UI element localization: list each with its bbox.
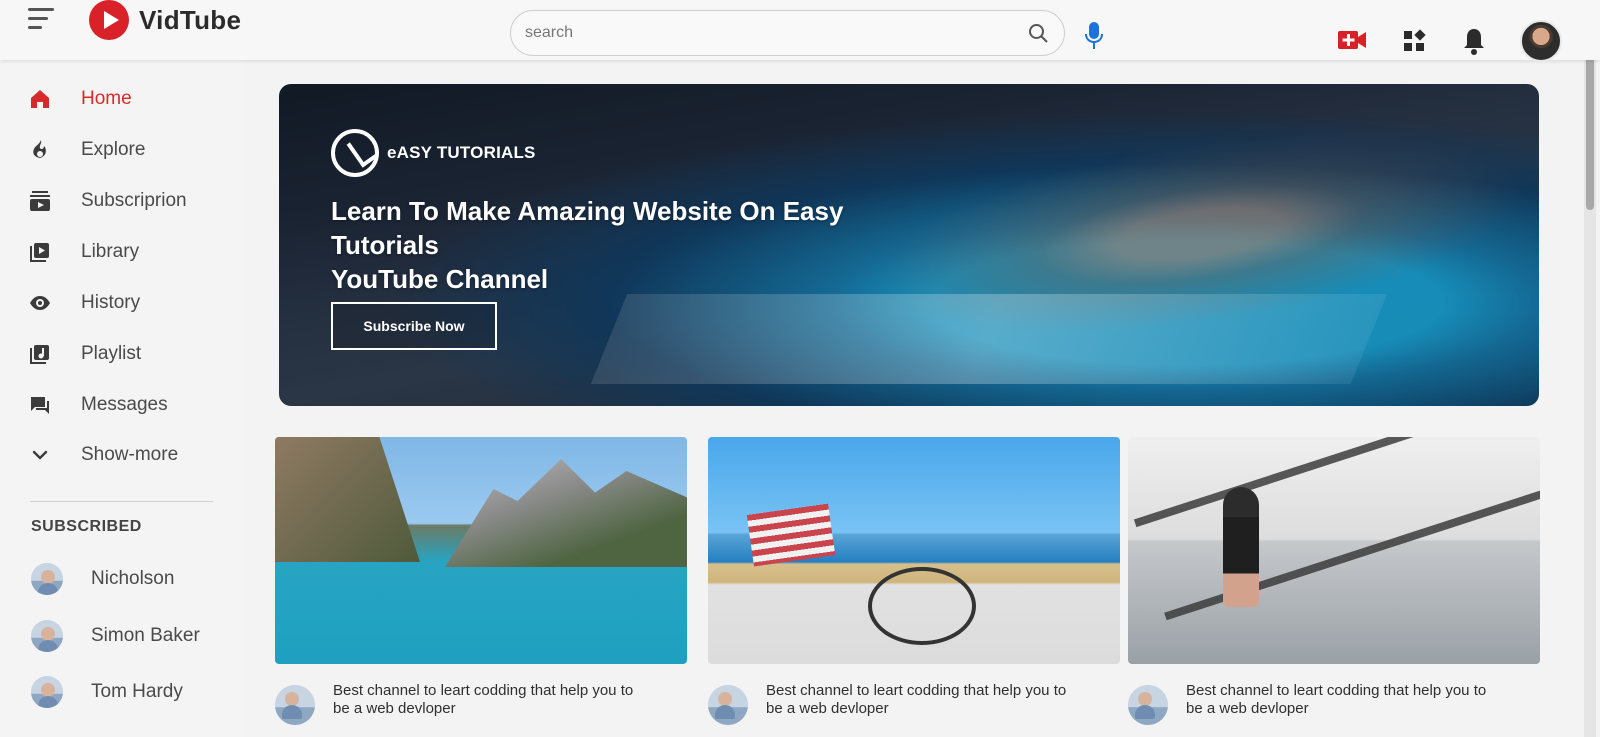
hero-banner: eASY TUTORIALS Learn To Make Amazing Web… (279, 84, 1539, 406)
sidebar-item-explore[interactable]: Explore (28, 133, 228, 167)
sidebar-item-label: Subscriprion (81, 190, 187, 211)
video-thumbnail[interactable] (1128, 437, 1540, 664)
video-card[interactable]: Best channel to leart codding that help … (1128, 437, 1540, 732)
video-thumbnail[interactable] (708, 437, 1120, 664)
search-input[interactable] (525, 24, 1026, 42)
sidebar-item-label: Messages (81, 394, 168, 415)
video-title-line: Best channel to leart codding that help … (333, 682, 634, 699)
sidebar-item-playlist[interactable]: Playlist (28, 337, 228, 371)
banner-title-line: Learn To Make Amazing Website On Easy Tu… (331, 196, 844, 260)
subscribed-channel-name: Nicholson (91, 568, 175, 589)
video-meta: Best channel to leart codding that help … (708, 682, 1120, 732)
subscribed-channel-name: Simon Baker (91, 625, 200, 646)
video-title-line: be a web devloper (766, 700, 889, 717)
banner-title: Learn To Make Amazing Website On Easy Tu… (331, 194, 951, 296)
brand-name: VidTube (139, 4, 242, 35)
search-icon[interactable] (1026, 21, 1050, 45)
avatar (31, 563, 63, 595)
video-card[interactable]: Best channel to leart codding that help … (275, 437, 687, 732)
sidebar-item-messages[interactable]: Messages (28, 388, 228, 422)
video-title-line: Best channel to leart codding that help … (766, 682, 1067, 699)
sidebar-item-label: History (81, 292, 141, 313)
video-title-line: be a web devloper (333, 700, 456, 717)
menu-icon[interactable] (28, 8, 56, 30)
video-meta: Best channel to leart codding that help … (1128, 682, 1540, 732)
messages-icon (31, 397, 49, 414)
sidebar-item-label: Playlist (81, 343, 142, 364)
history-icon (30, 296, 50, 310)
banner-title-line: YouTube Channel (331, 264, 549, 294)
video-thumbnail[interactable] (275, 437, 687, 664)
subscribed-channel-nicholson[interactable]: Nicholson (31, 562, 231, 596)
sidebar-item-label: Library (81, 241, 140, 262)
avatar (31, 620, 63, 652)
video-title-line: be a web devloper (1186, 700, 1309, 717)
channel-avatar[interactable] (1128, 685, 1168, 725)
sidebar: Home Explore Subscriprion Library Histor… (0, 60, 245, 737)
vidtube-logo[interactable]: VidTube (89, 0, 241, 40)
sidebar-item-show-more[interactable]: Show-more (28, 438, 228, 472)
upload-video-icon[interactable] (1338, 29, 1368, 51)
top-navigation: VidTube (0, 0, 1600, 62)
channel-avatar[interactable] (708, 685, 748, 725)
bell-icon[interactable] (1462, 26, 1486, 56)
home-icon (31, 90, 49, 108)
video-title[interactable]: Best channel to leart codding that help … (766, 682, 1126, 718)
sidebar-divider (30, 501, 213, 502)
video-card[interactable]: Best channel to leart codding that help … (708, 437, 1120, 732)
subscribed-channel-name: Tom Hardy (91, 681, 183, 702)
sidebar-item-library[interactable]: Library (28, 235, 228, 269)
sidebar-item-history[interactable]: History (28, 286, 228, 320)
subscribed-channel-tom-hardy[interactable]: Tom Hardy (31, 675, 231, 709)
play-logo-icon (89, 0, 129, 40)
sidebar-item-label: Explore (81, 139, 146, 160)
explore-icon (33, 140, 46, 158)
search-box[interactable] (510, 10, 1065, 56)
subscriptions-icon (30, 191, 50, 211)
playlist-icon (30, 345, 49, 364)
video-meta: Best channel to leart codding that help … (275, 682, 687, 732)
sidebar-item-label: Home (81, 88, 132, 109)
user-avatar[interactable] (1520, 20, 1562, 62)
avatar (31, 676, 63, 708)
main-content: eASY TUTORIALS Learn To Make Amazing Web… (245, 60, 1570, 737)
subscribe-now-button[interactable]: Subscribe Now (331, 302, 497, 350)
sidebar-item-subscriptions[interactable]: Subscriprion (28, 184, 228, 218)
library-icon (30, 243, 49, 262)
chevron-down-icon (32, 450, 48, 460)
sidebar-item-label: Show-more (81, 444, 179, 465)
channel-avatar[interactable] (275, 685, 315, 725)
subscribed-heading: SUBSCRIBED (31, 518, 142, 535)
subscribed-channel-simon-baker[interactable]: Simon Baker (31, 619, 231, 653)
microphone-icon[interactable] (1082, 20, 1106, 52)
apps-icon[interactable] (1402, 29, 1426, 53)
video-title[interactable]: Best channel to leart codding that help … (1186, 682, 1546, 718)
easy-tutorials-logo-icon (331, 129, 379, 177)
video-title-line: Best channel to leart codding that help … (1186, 682, 1487, 699)
banner-brand-name: eASY TUTORIALS (387, 143, 536, 162)
video-title[interactable]: Best channel to leart codding that help … (333, 682, 693, 718)
sidebar-item-home[interactable]: Home (28, 82, 228, 116)
